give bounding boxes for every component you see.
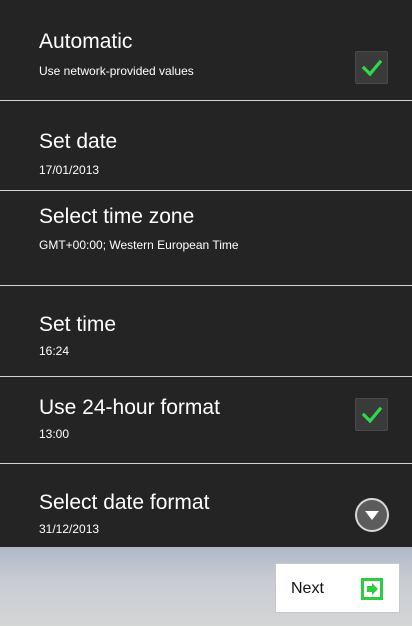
- setting-date-format[interactable]: Select date format 31/12/2013: [0, 464, 412, 547]
- setting-set-time-summary: 16:24: [39, 344, 70, 358]
- setting-hour-format-summary: 13:00: [39, 427, 70, 441]
- setting-set-date-title: Set date: [39, 130, 118, 153]
- arrow-right-icon: [361, 578, 383, 600]
- setting-time-zone-summary: GMT+00:00; Western European Time: [39, 238, 239, 252]
- setting-automatic[interactable]: Automatic Use network-provided values: [0, 0, 412, 101]
- setting-time-zone[interactable]: Select time zone GMT+00:00; Western Euro…: [0, 191, 412, 286]
- check-icon: [361, 59, 382, 76]
- date-format-dropdown[interactable]: [355, 498, 389, 532]
- automatic-checkbox[interactable]: [355, 51, 388, 84]
- setting-date-format-summary: 31/12/2013: [39, 522, 100, 536]
- setting-set-time-title: Set time: [39, 313, 117, 336]
- setting-date-format-title: Select date format: [39, 491, 210, 514]
- next-button-label: Next: [291, 580, 324, 597]
- setting-automatic-title: Automatic: [39, 30, 133, 53]
- settings-list: Automatic Use network-provided values Se…: [0, 0, 412, 547]
- setting-automatic-summary: Use network-provided values: [39, 64, 194, 78]
- setting-set-date[interactable]: Set date 17/01/2013: [0, 101, 412, 191]
- setting-time-zone-title: Select time zone: [39, 205, 195, 228]
- setting-hour-format[interactable]: Use 24-hour format 13:00: [0, 377, 412, 464]
- chevron-down-icon: [365, 511, 379, 520]
- setting-set-date-summary: 17/01/2013: [39, 163, 100, 177]
- check-icon: [361, 406, 382, 423]
- hour-format-checkbox[interactable]: [355, 398, 388, 431]
- setting-set-time[interactable]: Set time 16:24: [0, 286, 412, 377]
- bottom-bar: Next: [0, 547, 412, 626]
- next-button[interactable]: Next: [275, 563, 400, 613]
- setting-hour-format-title: Use 24-hour format: [39, 396, 220, 419]
